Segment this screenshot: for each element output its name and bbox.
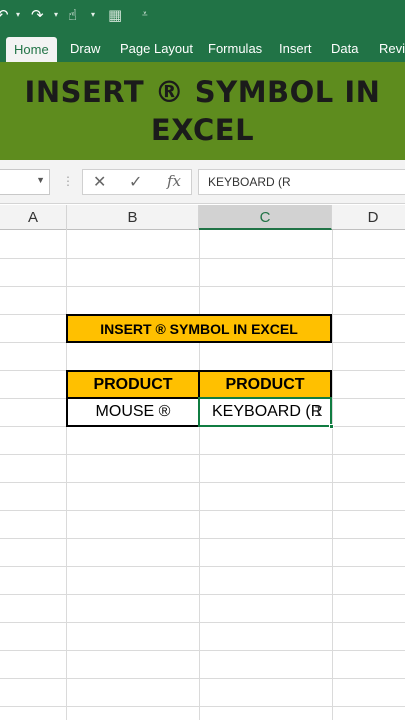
banner-title: INSERT ® SYMBOL IN EXCEL	[24, 75, 381, 147]
tab-formulas[interactable]: Formulas	[208, 34, 262, 62]
column-header-b[interactable]: B	[67, 205, 199, 230]
grid-line	[332, 230, 333, 720]
title-cell[interactable]: INSERT ® SYMBOL IN EXCEL	[66, 314, 332, 343]
grid-line	[0, 594, 405, 595]
tab-review[interactable]: Revie	[379, 34, 405, 62]
form-icon[interactable]: ▦	[108, 7, 122, 25]
insert-function-icon[interactable]: fx	[167, 172, 181, 190]
cancel-icon[interactable]: ✕	[93, 172, 106, 192]
tab-draw[interactable]: Draw	[70, 34, 100, 62]
grid-line	[0, 482, 405, 483]
formula-input[interactable]: KEYBOARD (R	[198, 169, 405, 195]
grid-line	[0, 566, 405, 567]
redo-dropdown-icon[interactable]: ▾	[54, 10, 58, 19]
column-header-d[interactable]: D	[332, 205, 405, 230]
customize-icon[interactable]: ⩡	[142, 9, 148, 20]
tab-insert[interactable]: Insert	[279, 34, 312, 62]
column-header-c[interactable]: C	[199, 205, 332, 230]
column-header-a[interactable]: A	[0, 205, 67, 230]
grid-line	[0, 650, 405, 651]
formula-buttons: ✕ ✓ fx	[82, 169, 192, 195]
cell-mouse[interactable]: MOUSE ®	[66, 397, 200, 427]
grid-line	[0, 622, 405, 623]
grid-line	[0, 510, 405, 511]
grid-line	[199, 230, 200, 720]
worksheet-grid[interactable]	[0, 230, 405, 720]
title-banner: INSERT ® SYMBOL IN EXCEL	[0, 62, 405, 160]
chevron-down-icon[interactable]: ▼	[36, 175, 45, 185]
grid-line	[0, 286, 405, 287]
grid-line	[0, 678, 405, 679]
touch-mode-icon[interactable]: ☝	[68, 7, 77, 25]
grid-line	[0, 538, 405, 539]
ribbon-tabs: Home Draw Page Layout Formulas Insert Da…	[0, 34, 405, 62]
column-headers: A B C D	[0, 205, 405, 230]
grid-line	[0, 454, 405, 455]
fill-handle[interactable]	[329, 424, 334, 429]
touch-dropdown-icon[interactable]: ▾	[91, 10, 95, 19]
tab-data[interactable]: Data	[331, 34, 358, 62]
name-box[interactable]: ▼	[0, 169, 50, 195]
quick-access-toolbar: ↶ ▾ ↷ ▾ ☝ ▾ ▦ ⩡	[0, 0, 405, 34]
grid-line	[0, 706, 405, 707]
tab-home[interactable]: Home	[6, 37, 57, 62]
grip-icon[interactable]: ⋮	[62, 174, 74, 188]
undo-icon[interactable]: ↶	[0, 7, 9, 25]
text-cursor-icon: Ｉ	[312, 404, 326, 419]
undo-dropdown-icon[interactable]: ▾	[16, 10, 20, 19]
redo-icon[interactable]: ↷	[31, 7, 44, 25]
tab-page-layout[interactable]: Page Layout	[120, 34, 193, 62]
grid-line	[0, 258, 405, 259]
header-cell-c[interactable]: PRODUCT	[198, 370, 332, 399]
formula-bar: ▼ ⋮ ✕ ✓ fx KEYBOARD (R	[0, 160, 405, 204]
grid-line	[66, 230, 67, 720]
header-cell-b[interactable]: PRODUCT	[66, 370, 200, 399]
enter-icon[interactable]: ✓	[129, 172, 142, 192]
